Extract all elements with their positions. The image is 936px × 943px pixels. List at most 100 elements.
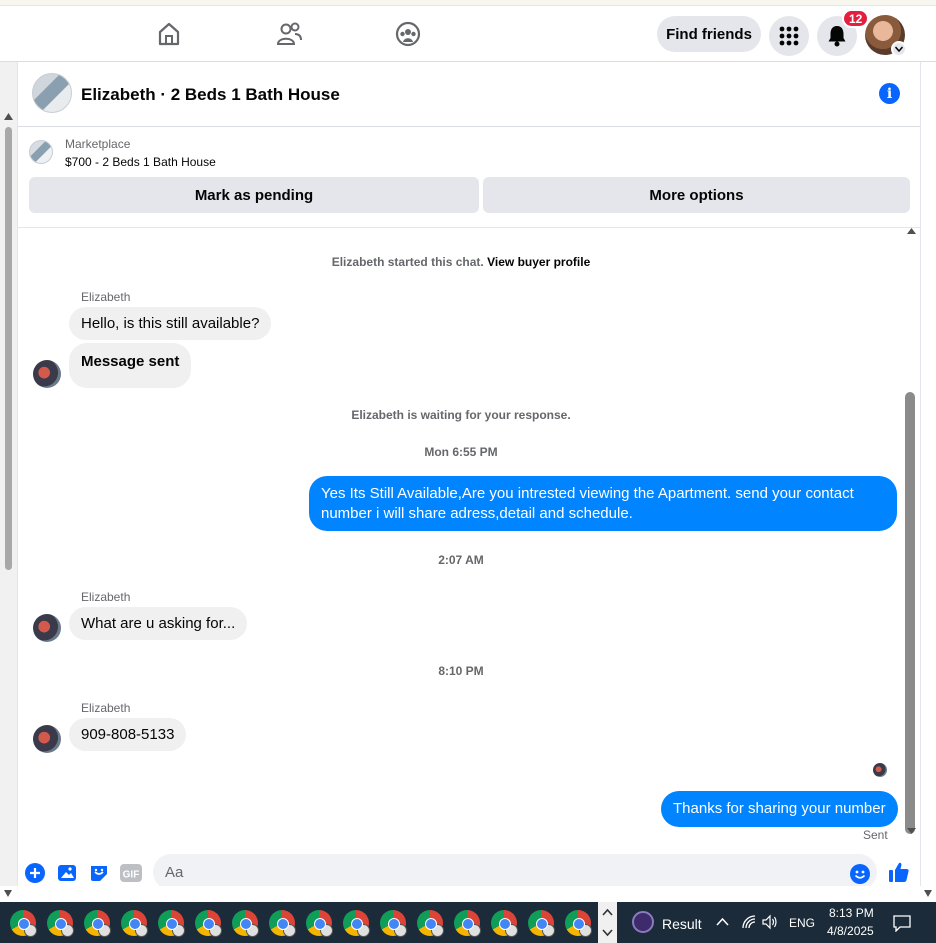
sender-avatar[interactable] (33, 725, 61, 753)
like-button[interactable] (888, 861, 910, 883)
profile-badge-icon (579, 924, 592, 937)
browser-taskbar-icon[interactable] (47, 910, 74, 937)
profile-badge-icon (505, 924, 518, 937)
thumbs-up-icon (889, 862, 909, 882)
browser-taskbar-icon[interactable] (380, 910, 407, 937)
incoming-message[interactable]: What are u asking for... (69, 607, 248, 640)
incoming-message[interactable]: Hello, is this still available? (69, 307, 272, 340)
top-navigation-bar: Find friends 12 (0, 6, 936, 62)
seen-receipt-avatar (873, 763, 887, 777)
timestamp: Mon 6:55 PM (424, 445, 498, 459)
browser-taskbar-icon[interactable] (84, 910, 111, 937)
view-buyer-profile-link[interactable]: View buyer profile (487, 255, 590, 269)
listing-price-title[interactable]: $700 - 2 Beds 1 Bath House (65, 155, 216, 169)
profile-badge-icon (394, 924, 407, 937)
taskbar-scroll-control[interactable] (598, 902, 617, 943)
chat-panel: Elizabeth · 2 Beds 1 Bath House i Market… (17, 62, 921, 902)
message-sent-bubble[interactable]: Message sent (69, 343, 192, 388)
browser-taskbar-icon[interactable] (195, 910, 222, 937)
browser-taskbar-icon[interactable] (454, 910, 481, 937)
chevron-up-icon[interactable] (602, 908, 613, 916)
outgoing-message[interactable]: Yes Its Still Available,Are you intreste… (309, 476, 897, 531)
profile-badge-icon (135, 924, 148, 937)
outgoing-message[interactable]: Thanks for sharing your number (661, 791, 898, 827)
profile-badge-icon (320, 924, 333, 937)
browser-taskbar-icon[interactable] (417, 910, 444, 937)
browser-taskbar-icon[interactable] (232, 910, 259, 937)
page-scrollbar-thumb[interactable] (5, 127, 12, 570)
browser-taskbar-icon[interactable] (528, 910, 555, 937)
timestamp: 2:07 AM (438, 553, 484, 567)
message-scroll-down-icon[interactable] (907, 828, 916, 834)
menu-grid-button[interactable] (769, 16, 809, 56)
sender-name: Elizabeth (81, 590, 131, 604)
wifi-icon[interactable] (741, 914, 757, 930)
profile-badge-icon (98, 924, 111, 937)
listing-photo[interactable] (32, 73, 72, 113)
sent-status: Sent (863, 828, 888, 842)
browser-taskbar-icon[interactable] (306, 910, 333, 937)
photo-button[interactable] (56, 862, 78, 884)
groups-icon[interactable] (394, 20, 422, 48)
notification-badge: 12 (842, 9, 870, 28)
sticker-button[interactable] (88, 862, 110, 884)
windows-taskbar: Result ENG 8:13 PM 4/8/2025 (0, 902, 936, 943)
scroll-up-arrow-icon[interactable] (4, 113, 13, 120)
profile-badge-icon (431, 924, 444, 937)
profile-badge-icon (172, 924, 185, 937)
profile-badge-icon (209, 924, 222, 937)
add-attachment-button[interactable] (24, 862, 46, 884)
emoji-icon[interactable] (850, 864, 870, 884)
sender-avatar[interactable] (33, 614, 61, 642)
language-indicator[interactable]: ENG (789, 916, 815, 930)
message-scrollbar-thumb[interactable] (905, 392, 915, 834)
browser-taskbar-icon[interactable] (565, 910, 592, 937)
browser-taskbar-icon[interactable] (491, 910, 518, 937)
clock-time[interactable]: 8:13 PM (829, 906, 874, 920)
message-input[interactable]: Aa (153, 854, 877, 890)
plus-circle-icon (25, 863, 45, 883)
browser-taskbar-icon[interactable] (269, 910, 296, 937)
page-scrollbar[interactable] (0, 62, 17, 902)
scroll-down-left-icon[interactable] (4, 890, 12, 897)
sender-name: Elizabeth (81, 290, 131, 304)
more-options-button[interactable]: More options (483, 177, 910, 213)
svg-text:GIF: GIF (123, 870, 140, 881)
volume-icon[interactable] (762, 914, 778, 930)
timestamp: 8:10 PM (438, 664, 484, 678)
scroll-down-right-icon[interactable] (924, 890, 932, 897)
browser-taskbar-icon[interactable] (158, 910, 185, 937)
clock-date[interactable]: 4/8/2025 (827, 924, 874, 938)
result-app-icon[interactable] (632, 911, 654, 933)
chevron-down-icon (895, 46, 903, 52)
friends-icon[interactable] (275, 20, 303, 48)
account-caret-button[interactable] (891, 41, 907, 57)
chat-start-notice: Elizabeth started this chat. View buyer … (18, 255, 904, 269)
profile-badge-icon (61, 924, 74, 937)
profile-badge-icon (283, 924, 296, 937)
home-icon[interactable] (155, 20, 183, 48)
sender-avatar[interactable] (33, 360, 61, 388)
info-icon[interactable]: i (879, 83, 900, 104)
listing-thumbnail[interactable] (29, 140, 53, 164)
chevron-down-icon[interactable] (602, 929, 613, 937)
horizontal-scrollbar[interactable] (0, 886, 936, 902)
message-scroll-up-icon[interactable] (907, 228, 916, 234)
find-friends-button[interactable]: Find friends (657, 16, 761, 52)
chat-title[interactable]: Elizabeth · 2 Beds 1 Bath House (81, 85, 340, 105)
mark-as-pending-button[interactable]: Mark as pending (29, 177, 479, 213)
menu-grid-icon (779, 26, 799, 46)
incoming-message[interactable]: 909-808-5133 (69, 718, 187, 751)
browser-taskbar-icon[interactable] (343, 910, 370, 937)
gif-button[interactable]: GIF (120, 862, 142, 884)
listing-source-label: Marketplace (65, 137, 131, 151)
browser-taskbar-icon[interactable] (10, 910, 37, 937)
browser-taskbar-icon[interactable] (121, 910, 148, 937)
profile-badge-icon (24, 924, 37, 937)
sender-name: Elizabeth (81, 701, 131, 715)
tray-chevron-up-icon[interactable] (716, 917, 729, 926)
sticker-icon (91, 866, 107, 881)
notification-center-icon[interactable] (893, 914, 911, 932)
marketplace-listing-card: Marketplace $700 - 2 Beds 1 Bath House M… (18, 128, 921, 228)
result-label[interactable]: Result (662, 916, 702, 932)
